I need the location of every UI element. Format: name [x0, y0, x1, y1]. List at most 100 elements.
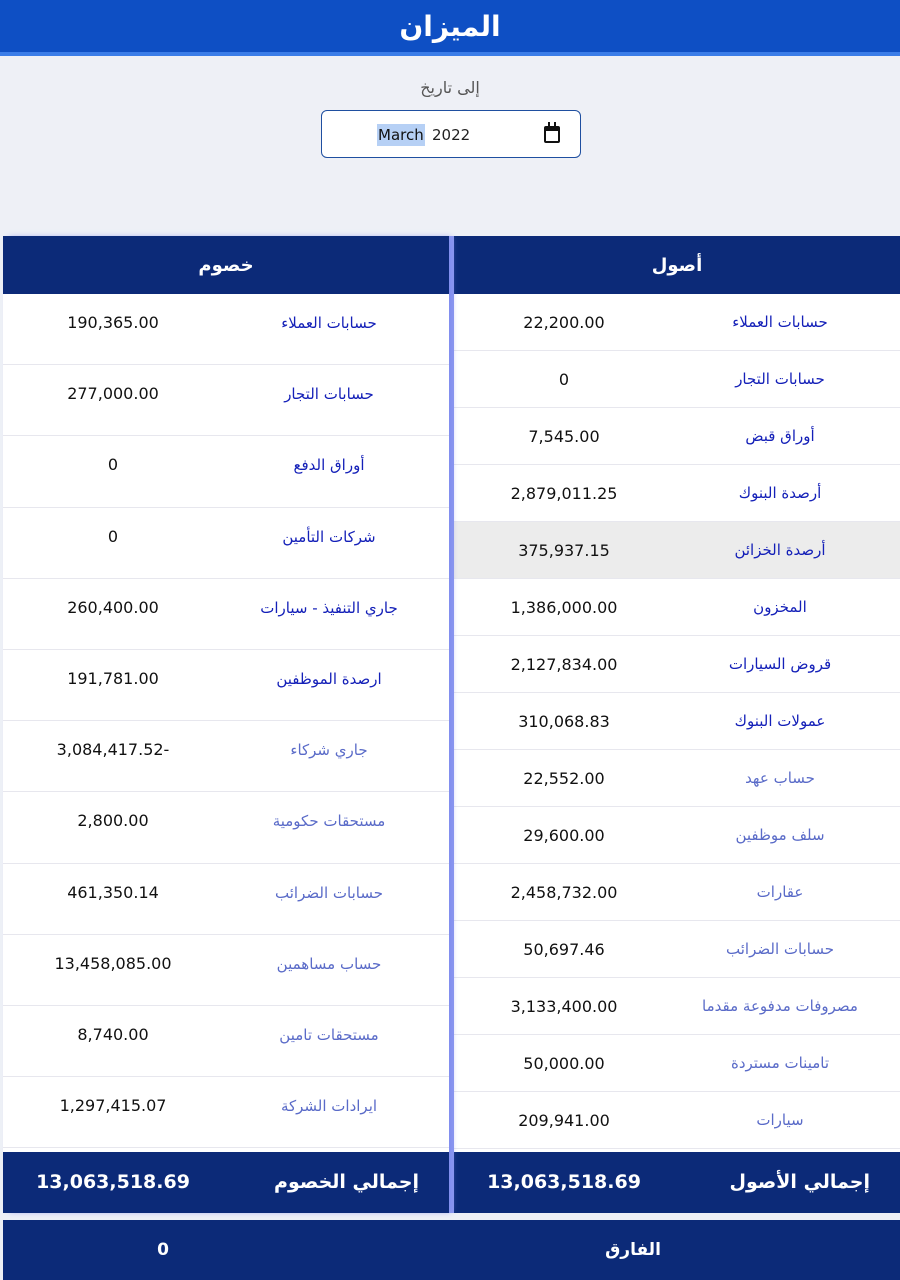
asset-label[interactable]: قروض السيارات: [680, 636, 880, 693]
liability-label[interactable]: جاري التنفيذ - سيارات: [229, 579, 429, 637]
assets-total-label: إجمالي الأصول: [729, 1171, 870, 1193]
liability-row[interactable]: جاري شركاء -3,084,417.52: [3, 721, 449, 793]
difference-value: 0: [157, 1240, 169, 1260]
asset-row-highlighted[interactable]: أرصدة الخزائن 375,937.15: [454, 522, 900, 579]
asset-value: 7,545.00: [528, 427, 600, 446]
panel-divider: [449, 236, 454, 1213]
liability-row[interactable]: حسابات العملاء 190,365.00: [3, 294, 449, 366]
liability-row[interactable]: حسابات الضرائب 461,350.14: [3, 864, 449, 935]
asset-value: 310,068.83: [518, 712, 610, 731]
asset-label[interactable]: حسابات العملاء: [680, 294, 880, 351]
asset-value: 22,552.00: [523, 769, 605, 788]
liability-value: 0: [107, 526, 119, 546]
liability-label[interactable]: حسابات الضرائب: [229, 864, 429, 922]
liability-label[interactable]: شركات التأمين: [229, 508, 429, 566]
date-month[interactable]: March: [377, 124, 425, 146]
asset-label[interactable]: عقارات: [680, 864, 880, 921]
asset-row[interactable]: عقارات 2,458,732.00: [454, 864, 900, 921]
liability-value: 13,458,085.00: [54, 953, 172, 973]
asset-label[interactable]: حسابات التجار: [680, 351, 880, 408]
calendar-icon[interactable]: [544, 122, 560, 143]
liabilities-list: حسابات العملاء 190,365.00 حسابات التجار 27…: [3, 294, 449, 1149]
asset-label[interactable]: أوراق قبض: [680, 408, 880, 465]
liability-row[interactable]: حساب مساهمين 13,458,085.00: [3, 935, 449, 1006]
asset-row[interactable]: عمولات البنوك 310,068.83: [454, 693, 900, 750]
asset-value: 2,127,834.00: [510, 655, 618, 674]
asset-value: 22,200.00: [523, 313, 605, 332]
liability-row[interactable]: أوراق الدفع 0: [3, 436, 449, 508]
liability-label[interactable]: ارصدة الموظفين: [229, 650, 429, 708]
asset-row[interactable]: حسابات العملاء 22,200.00: [454, 294, 900, 351]
liability-label[interactable]: أوراق الدفع: [229, 436, 429, 494]
liability-label[interactable]: حسابات التجار: [229, 365, 429, 423]
liability-row[interactable]: حسابات التجار 277,000.00: [3, 365, 449, 437]
liability-value: 190,365.00: [67, 313, 159, 332]
asset-row[interactable]: تامينات مستردة 50,000.00: [454, 1035, 900, 1092]
asset-value: 50,000.00: [523, 1054, 605, 1073]
asset-label[interactable]: عمولات البنوك: [680, 693, 880, 750]
asset-label[interactable]: سيارات: [680, 1092, 880, 1149]
liability-row[interactable]: مستحقات حكومية 2,800.00: [3, 792, 449, 864]
liability-value: 277,000.00: [67, 384, 159, 404]
liability-label[interactable]: مستحقات تامين: [229, 1006, 429, 1064]
liability-value: 191,781.00: [67, 668, 159, 688]
asset-row[interactable]: حسابات الضرائب 50,697.46: [454, 921, 900, 978]
asset-value: 0: [558, 370, 570, 389]
asset-row[interactable]: مصروفات مدفوعة مقدما 3,133,400.00: [454, 978, 900, 1035]
date-input[interactable]: March 2022: [321, 110, 581, 158]
asset-value: 1,386,000.00: [510, 598, 618, 617]
asset-row[interactable]: سلف موظفين 29,600.00: [454, 807, 900, 864]
date-filter-label: إلى تاريخ: [420, 78, 480, 97]
liability-label[interactable]: جاري شركاء: [229, 721, 429, 779]
asset-value: 50,697.46: [523, 940, 605, 959]
liabilities-total-label: إجمالي الخصوم: [274, 1171, 419, 1193]
liability-value: -3,084,417.52: [56, 740, 170, 760]
assets-total: إجمالي الأصول 13,063,518.69: [454, 1152, 900, 1213]
liability-row[interactable]: جاري التنفيذ - سيارات 260,400.00: [3, 579, 449, 650]
liabilities-panel: خصوم حسابات العملاء 190,365.00 حسابات الت…: [3, 236, 449, 1213]
liability-value: 1,297,415.07: [59, 1096, 167, 1116]
app-header: الميزان: [0, 0, 900, 56]
asset-value: 375,937.15: [518, 541, 610, 560]
asset-label[interactable]: أرصدة البنوك: [680, 465, 880, 522]
asset-value: 209,941.00: [518, 1111, 610, 1130]
asset-row[interactable]: حسابات التجار 0: [454, 351, 900, 408]
asset-row[interactable]: سيارات 209,941.00: [454, 1092, 900, 1149]
asset-label[interactable]: سلف موظفين: [680, 807, 880, 864]
asset-label[interactable]: المخزون: [680, 579, 880, 636]
page-title: الميزان: [399, 9, 501, 43]
assets-header: أصول: [454, 236, 900, 294]
liability-row[interactable]: شركات التأمين 0: [3, 508, 449, 579]
liability-value: 2,800.00: [77, 811, 149, 831]
liability-row[interactable]: ايرادات الشركة 1,297,415.07: [3, 1077, 449, 1149]
asset-row[interactable]: أرصدة البنوك 2,879,011.25: [454, 465, 900, 522]
liability-value: 0: [107, 455, 119, 475]
liability-row[interactable]: ارصدة الموظفين 191,781.00: [3, 650, 449, 722]
asset-label[interactable]: حساب عهد: [680, 750, 880, 807]
asset-row[interactable]: حساب عهد 22,552.00: [454, 750, 900, 807]
asset-value: 2,458,732.00: [510, 883, 618, 902]
asset-value: 3,133,400.00: [510, 997, 618, 1016]
liability-value: 461,350.14: [67, 882, 159, 902]
liability-label[interactable]: حسابات العملاء: [229, 294, 429, 352]
asset-label[interactable]: حسابات الضرائب: [680, 921, 880, 978]
liability-label[interactable]: ايرادات الشركة: [229, 1077, 429, 1135]
asset-value: 29,600.00: [523, 826, 605, 845]
assets-list: حسابات العملاء 22,200.00 حسابات التجار 0 أ…: [454, 294, 900, 1149]
assets-panel: أصول حسابات العملاء 22,200.00 حسابات التج…: [454, 236, 900, 1213]
liability-label[interactable]: مستحقات حكومية: [229, 792, 429, 850]
liability-row[interactable]: مستحقات تامين 8,740.00: [3, 1006, 449, 1078]
asset-label[interactable]: تامينات مستردة: [680, 1035, 880, 1092]
assets-total-value: 13,063,518.69: [487, 1171, 641, 1193]
difference-bar: الفارق 0: [3, 1220, 900, 1280]
asset-value: 2,879,011.25: [510, 484, 618, 503]
asset-row[interactable]: قروض السيارات 2,127,834.00: [454, 636, 900, 693]
liability-value: 8,740.00: [77, 1024, 149, 1044]
asset-label[interactable]: أرصدة الخزائن: [680, 522, 880, 579]
liabilities-total-value: 13,063,518.69: [36, 1171, 190, 1193]
asset-row[interactable]: المخزون 1,386,000.00: [454, 579, 900, 636]
asset-label[interactable]: مصروفات مدفوعة مقدما: [680, 978, 880, 1035]
liability-label[interactable]: حساب مساهمين: [229, 935, 429, 993]
asset-row[interactable]: أوراق قبض 7,545.00: [454, 408, 900, 465]
date-year[interactable]: 2022: [432, 124, 470, 146]
